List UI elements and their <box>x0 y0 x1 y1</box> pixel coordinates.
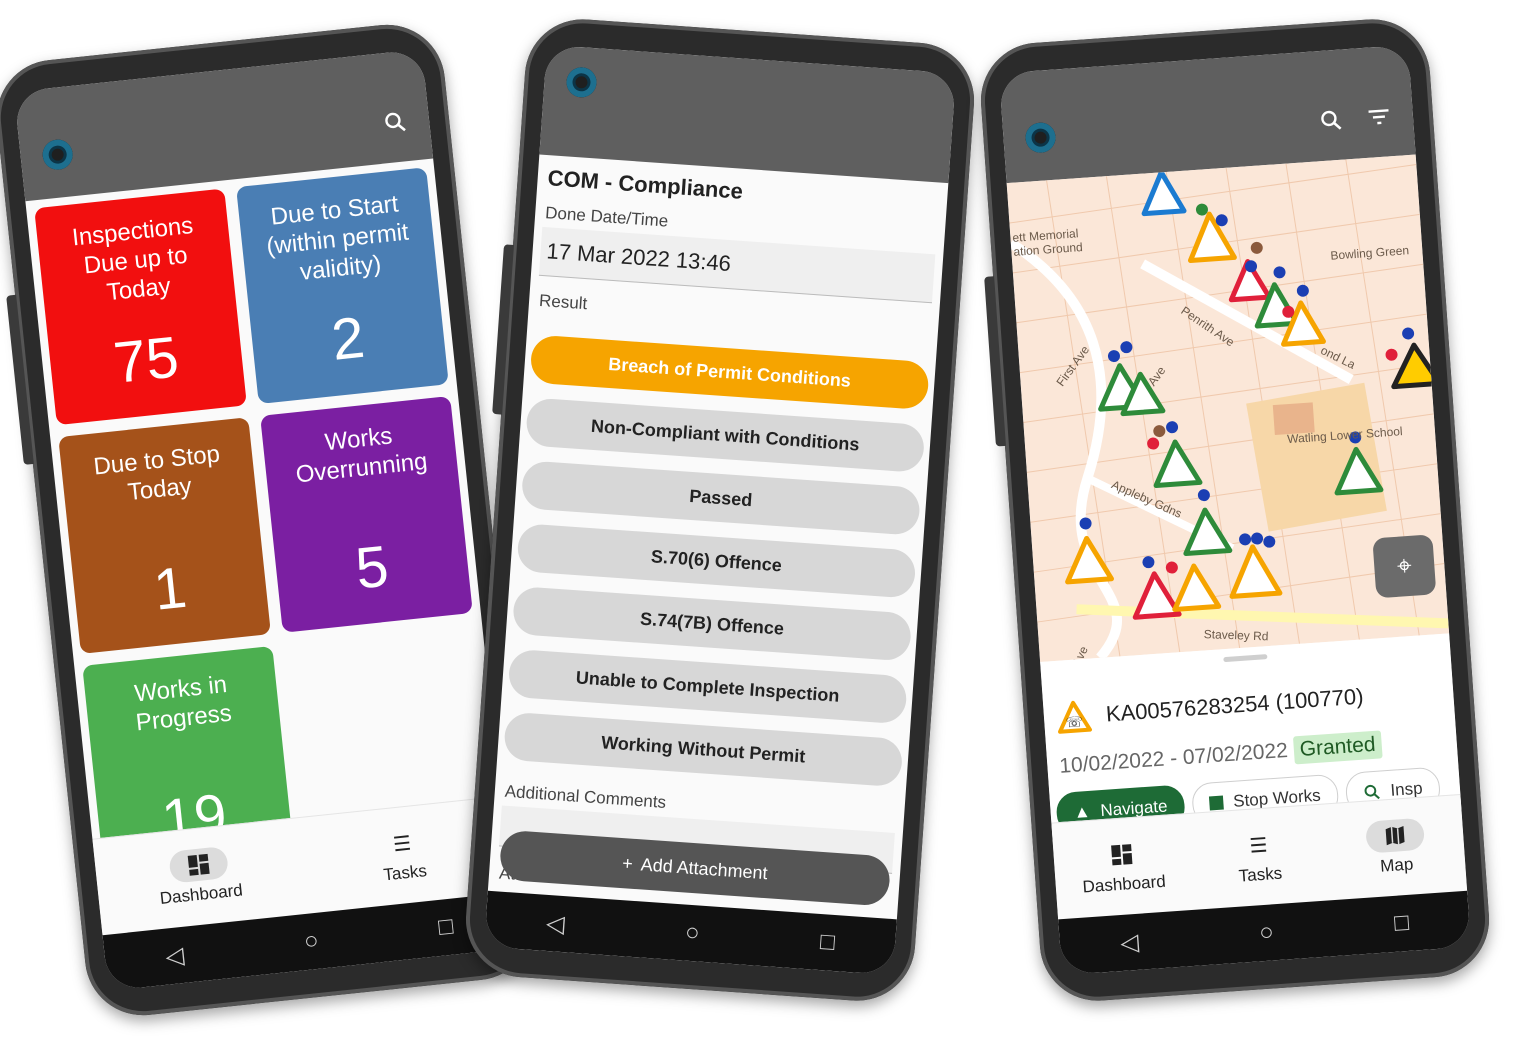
nav-map[interactable]: Map <box>1339 816 1453 880</box>
system-nav-bar: ◁ ○ □ <box>483 890 897 976</box>
camera-icon <box>1024 121 1057 154</box>
plus-icon: + <box>621 852 634 874</box>
dashboard-tiles: Inspections Due up to Today 75 Due to St… <box>34 167 497 883</box>
phone-compliance: COM - Compliance Done Date/Time 17 Mar 2… <box>462 15 978 1005</box>
phone-map: ett Memorial ation Ground Bowling Green … <box>977 15 1493 1005</box>
camera-icon <box>565 66 598 99</box>
gps-icon: ⌖ <box>1395 549 1413 581</box>
tile-count: 1 <box>150 554 190 623</box>
nav-dashboard[interactable]: Dashboard <box>142 843 257 910</box>
tile-count: 75 <box>110 324 182 396</box>
work-header: ☏ KA00576283254 (100770) <box>1055 680 1365 735</box>
dashboard-icon <box>167 845 229 884</box>
nav-label: Tasks <box>382 861 428 885</box>
back-icon[interactable]: ◁ <box>1119 927 1139 957</box>
tile-label: Works in Progress <box>133 670 233 737</box>
result-options: Breach of Permit Conditions Non-Complian… <box>503 334 930 788</box>
phone-dashboard: Inspections Due up to Today 75 Due to St… <box>0 19 539 1021</box>
done-date-field[interactable]: 17 Mar 2022 13:46 <box>538 226 936 304</box>
compliance-screen: COM - Compliance Done Date/Time 17 Mar 2… <box>483 44 957 976</box>
list-icon: ☰ <box>392 832 413 856</box>
tile-due-to-start[interactable]: Due to Start (within permit validity) 2 <box>236 167 449 405</box>
home-icon[interactable]: ○ <box>303 927 320 956</box>
nav-label: Tasks <box>1238 863 1283 886</box>
map-screen: ett Memorial ation Ground Bowling Green … <box>998 44 1472 976</box>
nav-label: Map <box>1379 854 1414 876</box>
works-warning-icon: ☏ <box>1058 700 1092 734</box>
tile-due-to-stop[interactable]: Due to Stop Today 1 <box>58 417 271 654</box>
add-attachment-label: Add Attachment <box>640 853 769 883</box>
svg-text:☏: ☏ <box>1065 714 1084 731</box>
search-icon[interactable] <box>1318 108 1344 140</box>
nav-tasks[interactable]: ☰ Tasks <box>346 822 461 889</box>
recents-icon[interactable]: □ <box>819 928 835 957</box>
done-date-label: Done Date/Time <box>544 203 669 231</box>
locate-me-button[interactable]: ⌖ <box>1372 534 1437 599</box>
dashboard-icon <box>1092 837 1152 873</box>
result-option[interactable]: S.70(6) Offence <box>516 523 917 599</box>
search-icon[interactable] <box>382 109 409 141</box>
status-badge: Granted <box>1292 730 1383 765</box>
result-option[interactable]: Passed <box>520 460 922 536</box>
home-icon[interactable]: ○ <box>1258 918 1274 947</box>
stop-icon <box>1208 795 1224 811</box>
nav-label: Dashboard <box>1082 871 1167 897</box>
result-option[interactable]: Breach of Permit Conditions <box>529 334 930 411</box>
work-dates: 10/02/2022 - 07/02/2022 <box>1058 738 1289 778</box>
form-title: COM - Compliance <box>546 165 744 204</box>
tile-count: 2 <box>328 304 368 373</box>
tile-count: 5 <box>352 533 392 602</box>
dashboard-screen: Inspections Due up to Today 75 Due to St… <box>13 49 517 991</box>
result-option[interactable]: Unable to Complete Inspection <box>507 648 908 725</box>
result-option[interactable]: Working Without Permit <box>503 711 904 788</box>
result-option[interactable]: S.74(7B) Offence <box>511 585 913 662</box>
camera-icon <box>41 138 75 172</box>
tile-works-overrunning[interactable]: Works Overrunning 5 <box>260 395 473 633</box>
work-reference: KA00576283254 (100770) <box>1105 683 1365 727</box>
recents-icon[interactable]: □ <box>437 913 454 942</box>
map-view[interactable]: ett Memorial ation Ground Bowling Green … <box>1006 154 1450 662</box>
sheet-handle[interactable] <box>1223 654 1268 663</box>
map-icon <box>1364 817 1425 854</box>
nav-label: Dashboard <box>158 880 244 909</box>
tile-label: Works Overrunning <box>294 422 429 489</box>
nav-tasks[interactable]: ☰ Tasks <box>1202 825 1316 889</box>
tile-label: Due to Start (within permit validity) <box>265 190 410 286</box>
result-option[interactable]: Non-Compliant with Conditions <box>525 397 926 474</box>
tile-inspections-due[interactable]: Inspections Due up to Today 75 <box>34 188 247 426</box>
back-icon[interactable]: ◁ <box>164 940 185 971</box>
list-icon: ☰ <box>1248 834 1269 858</box>
map-label: Staveley Rd <box>1203 627 1269 644</box>
result-label: Result <box>538 290 588 314</box>
recents-icon[interactable]: □ <box>1393 909 1409 938</box>
filter-icon[interactable] <box>1366 104 1392 136</box>
home-icon[interactable]: ○ <box>684 919 700 948</box>
app-bar <box>539 44 957 184</box>
nav-dashboard[interactable]: Dashboard <box>1066 835 1180 899</box>
tile-label: Due to Stop Today <box>92 440 222 506</box>
tile-label: Inspections Due up to Today <box>70 211 195 306</box>
back-icon[interactable]: ◁ <box>545 908 565 938</box>
